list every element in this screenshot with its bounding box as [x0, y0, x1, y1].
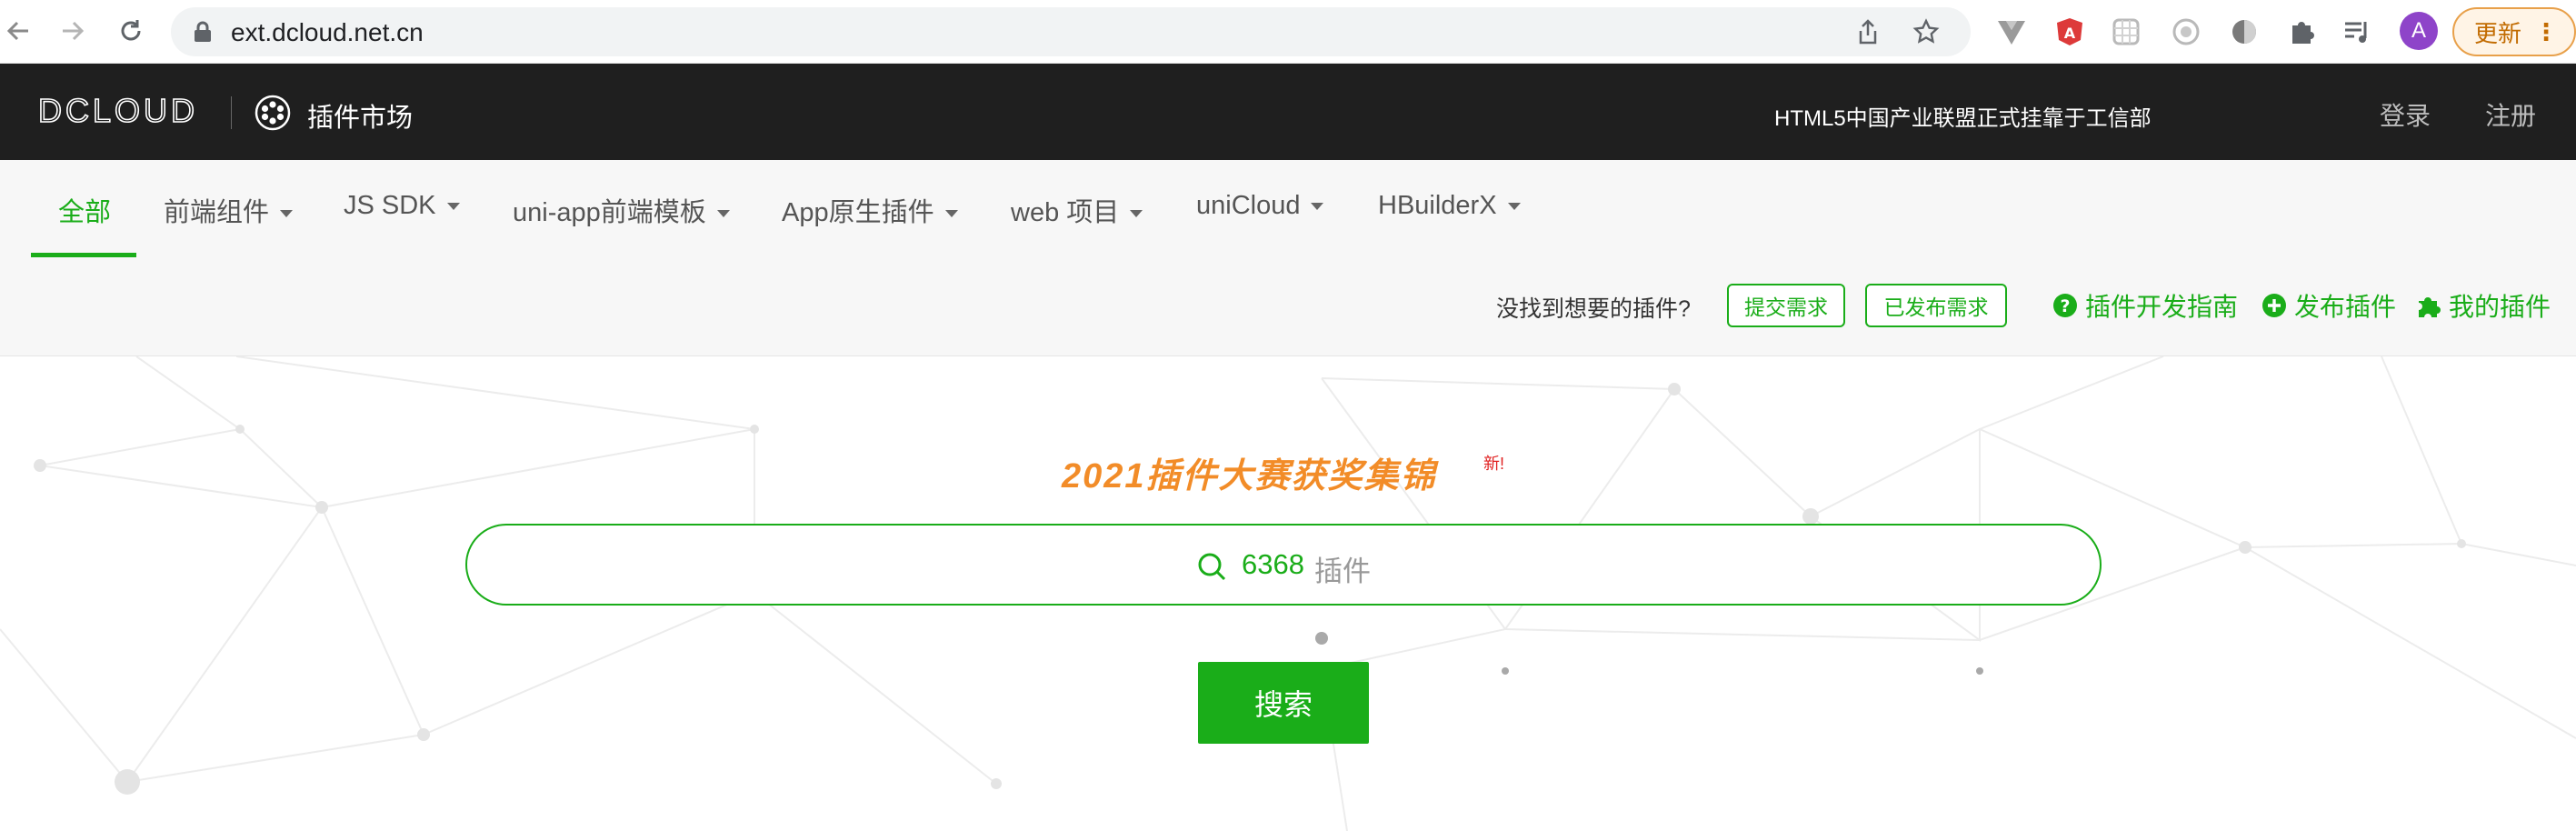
dropdown-caret-icon: [1130, 210, 1143, 218]
record-extension-icon[interactable]: [2171, 16, 2202, 47]
svg-text:?: ?: [2060, 296, 2070, 316]
published-requests-button[interactable]: 已发布需求: [1865, 284, 2007, 327]
tab-web-projects[interactable]: web 项目: [1011, 191, 1143, 229]
search-icon: [1198, 553, 1226, 581]
grid-extension-icon[interactable]: [2111, 16, 2142, 47]
publish-plugin-link[interactable]: 发布插件: [2261, 287, 2396, 324]
logo-divider: [231, 96, 232, 129]
plugin-market-icon: [255, 95, 291, 131]
svg-text:DCLOUD: DCLOUD: [38, 93, 198, 129]
dev-guide-link[interactable]: ? 插件开发指南: [2052, 287, 2238, 324]
tab-app-native-plugins[interactable]: App原生插件: [782, 191, 958, 229]
category-nav: 全部 前端组件 JS SDK uni-app前端模板 App原生插件 web 项…: [0, 160, 2576, 356]
dcloud-logo[interactable]: DCLOUD: [38, 93, 211, 129]
login-link[interactable]: 登录: [2380, 96, 2431, 133]
search-hero: 2021插件大赛获奖集锦 新! 6368 插件 搜索: [0, 356, 2576, 831]
update-label: 更新: [2474, 19, 2522, 47]
not-found-prompt: 没找到想要的插件?: [1496, 296, 1691, 322]
browser-update-button[interactable]: 更新 ⋮: [2452, 7, 2576, 56]
register-link[interactable]: 注册: [2485, 96, 2536, 133]
dropdown-caret-icon: [1311, 203, 1324, 211]
lock-icon: [195, 21, 211, 42]
plugin-count: 6368: [1242, 548, 1304, 580]
tab-unicloud[interactable]: uniCloud: [1196, 191, 1324, 221]
extensions-puzzle-icon[interactable]: [2287, 16, 2318, 47]
half-moon-extension-icon[interactable]: [2229, 16, 2260, 47]
dropdown-caret-icon: [944, 210, 958, 218]
share-icon[interactable]: [1854, 18, 1882, 45]
more-menu-icon[interactable]: ⋮: [2534, 18, 2558, 46]
plugin-search-input[interactable]: 6368 插件: [465, 524, 2102, 606]
dropdown-caret-icon: [716, 210, 730, 218]
dropdown-caret-icon: [1507, 203, 1521, 211]
reload-icon[interactable]: [113, 13, 149, 49]
tab-js-sdk[interactable]: JS SDK: [344, 191, 460, 221]
my-plugins-link[interactable]: 我的插件: [2414, 287, 2551, 324]
forward-icon[interactable]: [55, 13, 91, 49]
header-notice[interactable]: HTML5中国产业联盟正式挂靠于工信部: [1774, 100, 2152, 132]
plus-circle-icon: [2262, 294, 2286, 317]
tab-hbuilderx[interactable]: HBuilderX: [1378, 191, 1521, 221]
site-header: DCLOUD 插件市场 HTML5中国产业联盟正式挂靠于工信部 登录 注册: [0, 64, 2576, 160]
back-icon[interactable]: [0, 13, 36, 49]
url-text: ext.dcloud.net.cn: [231, 18, 424, 46]
new-badge: 新!: [1483, 455, 1505, 473]
search-button[interactable]: 搜索: [1198, 662, 1369, 744]
contest-promo-banner[interactable]: 2021插件大赛获奖集锦: [1062, 447, 1437, 497]
tab-frontend-components[interactable]: 前端组件: [164, 191, 294, 229]
browser-toolbar: ext.dcloud.net.cn A A 更新 ⋮: [0, 0, 2576, 64]
address-bar[interactable]: ext.dcloud.net.cn: [171, 7, 1971, 56]
bookmark-star-icon[interactable]: [1912, 18, 1940, 45]
profile-avatar[interactable]: A: [2400, 12, 2438, 50]
active-tab-indicator: [31, 253, 136, 257]
submit-request-button[interactable]: 提交需求: [1727, 284, 1845, 327]
plugin-market-label[interactable]: 插件市场: [307, 96, 413, 135]
search-placeholder: 插件: [1314, 556, 1371, 587]
tab-uniapp-templates[interactable]: uni-app前端模板: [513, 191, 730, 229]
dropdown-caret-icon: [446, 203, 460, 211]
vue-devtools-extension-icon[interactable]: [1996, 16, 2027, 47]
tab-all[interactable]: 全部: [58, 191, 111, 229]
dropdown-caret-icon: [280, 210, 294, 218]
svg-text:A: A: [2064, 25, 2076, 42]
media-control-icon[interactable]: [2341, 16, 2372, 47]
help-icon: ?: [2053, 294, 2077, 317]
puzzle-icon: [2419, 297, 2441, 317]
angular-extension-icon[interactable]: A: [2054, 16, 2085, 47]
